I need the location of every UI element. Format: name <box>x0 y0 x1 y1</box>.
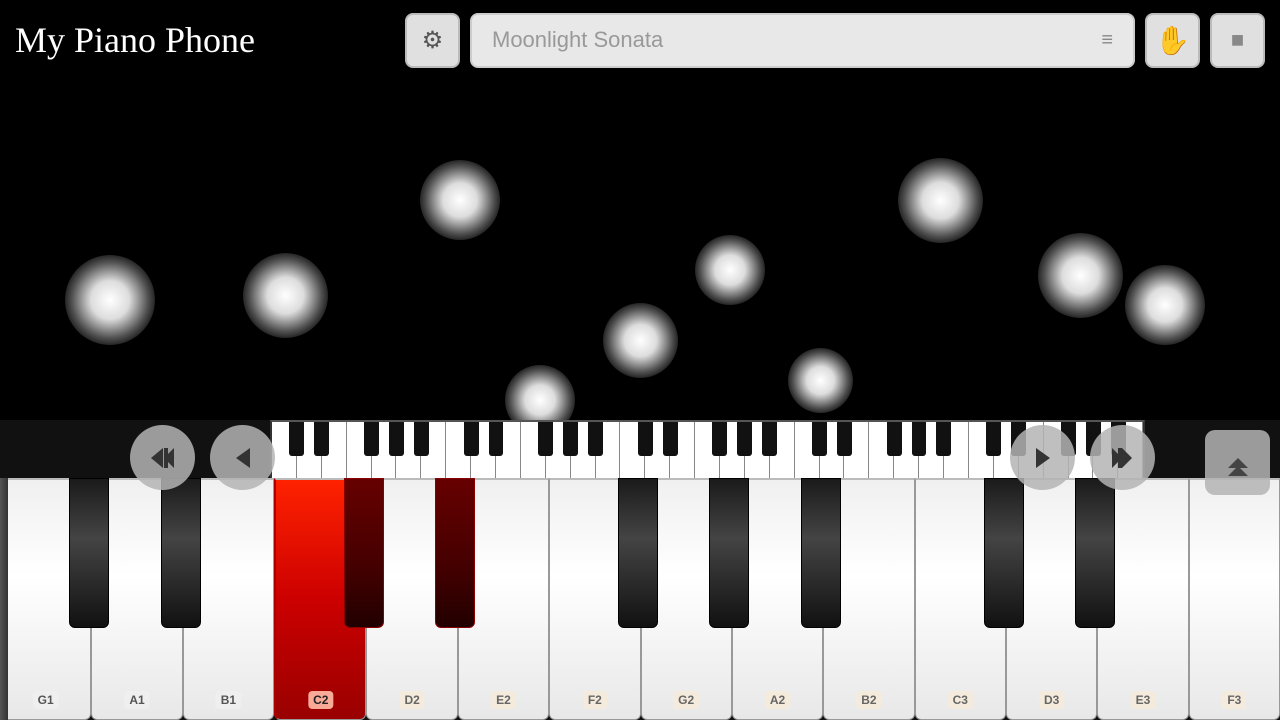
key-label-g2: G2 <box>673 691 699 709</box>
black-keys-overlay <box>0 478 1280 633</box>
rewind-button[interactable] <box>130 425 195 490</box>
menu-icon: ≡ <box>1101 29 1113 52</box>
nav-controls <box>0 425 1280 490</box>
black-key-g-2-ab2[interactable] <box>709 478 749 628</box>
glow-note <box>505 365 575 420</box>
key-label-d3: D3 <box>1039 691 1064 709</box>
piano-section: G1 A1 B1 C2 D2 E2 F2 G2 A2 B2 C3 D3 E3 F3 <box>0 420 1280 720</box>
stop-button[interactable]: ■ <box>1210 13 1265 68</box>
stop-icon: ■ <box>1231 27 1244 53</box>
back-button[interactable] <box>210 425 275 490</box>
black-key-c-3[interactable] <box>984 478 1024 628</box>
key-label-f2: F2 <box>583 691 607 709</box>
glow-note <box>65 255 155 345</box>
black-key-ab1-g-1[interactable] <box>69 478 109 628</box>
glow-note <box>243 253 328 338</box>
piano-key-f3[interactable]: F3 <box>1189 478 1280 720</box>
song-selector[interactable]: Moonlight Sonata ≡ <box>470 13 1135 68</box>
key-label-e2: E2 <box>491 691 516 709</box>
glow-note <box>420 160 500 240</box>
key-label-c2: C2 <box>308 691 333 709</box>
fast-forward-button[interactable] <box>1090 425 1155 490</box>
glow-note <box>603 303 678 378</box>
header: My Piano Phone ⚙ Moonlight Sonata ≡ ✋ ■ <box>0 0 1280 80</box>
black-key-f-2-gb2[interactable] <box>618 478 658 628</box>
app-logo: My Piano Phone <box>15 19 395 61</box>
black-key-d-2-eb2[interactable] <box>435 478 475 628</box>
glow-note <box>788 348 853 413</box>
key-label-e3: E3 <box>1131 691 1156 709</box>
key-label-f3: F3 <box>1222 691 1246 709</box>
key-label-b2: B2 <box>856 691 881 709</box>
hand-icon: ✋ <box>1155 24 1190 57</box>
key-label-g1: G1 <box>33 691 59 709</box>
piano-left-edge <box>0 478 8 720</box>
key-label-d2: D2 <box>399 691 424 709</box>
note-area <box>0 80 1280 420</box>
key-label-a2: A2 <box>765 691 790 709</box>
key-label-b1: B1 <box>216 691 241 709</box>
up-button[interactable] <box>1205 430 1270 495</box>
main-piano: G1 A1 B1 C2 D2 E2 F2 G2 A2 B2 C3 D3 E3 F3 <box>0 478 1280 720</box>
key-label-a1: A1 <box>124 691 149 709</box>
glow-note <box>1125 265 1205 345</box>
glow-note <box>695 235 765 305</box>
black-key-a-2-bb2[interactable] <box>801 478 841 628</box>
settings-icon: ⚙ <box>422 26 444 55</box>
settings-button[interactable]: ⚙ <box>405 13 460 68</box>
black-key-d-3[interactable] <box>1075 478 1115 628</box>
key-label-c3: C3 <box>948 691 973 709</box>
glow-note <box>1038 233 1123 318</box>
hand-button[interactable]: ✋ <box>1145 13 1200 68</box>
forward-button[interactable] <box>1010 425 1075 490</box>
black-key-bb1-a-1[interactable] <box>161 478 201 628</box>
black-key-c-2-db2[interactable] <box>344 478 384 628</box>
song-name: Moonlight Sonata <box>492 27 663 53</box>
glow-note <box>898 158 983 243</box>
